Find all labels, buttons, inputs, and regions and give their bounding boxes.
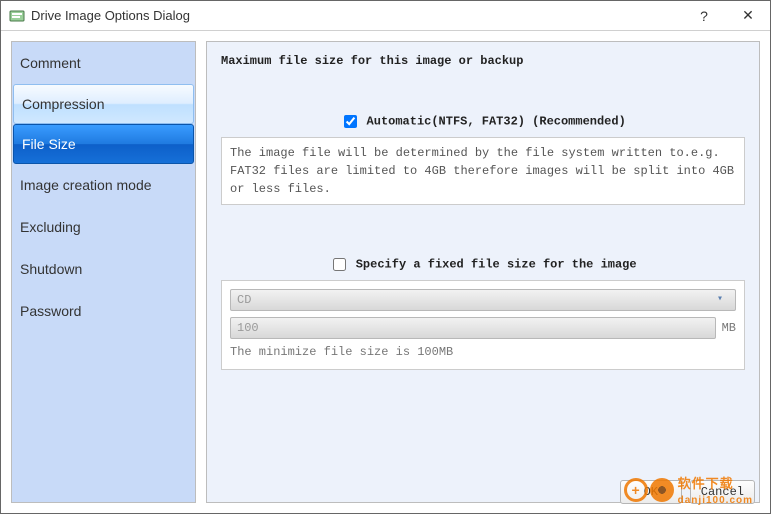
automatic-checkbox[interactable] xyxy=(344,115,357,128)
sidebar-item-compression[interactable]: Compression xyxy=(13,84,194,124)
sidebar-item-label: File Size xyxy=(22,136,76,152)
fixed-checkbox[interactable] xyxy=(333,258,346,271)
chevron-down-icon: ▾ xyxy=(717,293,731,307)
size-value: 100 xyxy=(237,321,259,335)
content-heading: Maximum file size for this image or back… xyxy=(221,54,745,68)
fixed-option-row: Specify a fixed file size for the image xyxy=(221,255,745,274)
content-panel: Maximum file size for this image or back… xyxy=(206,41,760,503)
size-unit: MB xyxy=(722,321,736,335)
ok-button[interactable]: OK xyxy=(620,480,682,504)
sidebar: Comment Compression File Size Image crea… xyxy=(11,41,196,503)
close-button[interactable]: ✕ xyxy=(726,1,770,31)
sidebar-item-label: Shutdown xyxy=(20,261,82,277)
window-title: Drive Image Options Dialog xyxy=(31,8,682,23)
cancel-button[interactable]: Cancel xyxy=(690,480,755,504)
sidebar-item-label: Password xyxy=(20,303,81,319)
fixed-label: Specify a fixed file size for the image xyxy=(356,258,637,272)
sidebar-item-label: Excluding xyxy=(20,219,81,235)
sidebar-item-file-size[interactable]: File Size xyxy=(13,124,194,164)
app-icon xyxy=(9,8,25,24)
sidebar-item-shutdown[interactable]: Shutdown xyxy=(12,248,195,290)
sidebar-item-label: Compression xyxy=(22,96,104,112)
footer-buttons: OK Cancel xyxy=(620,480,755,504)
media-select[interactable]: CD ▾ xyxy=(230,289,736,311)
size-note: The minimize file size is 100MB xyxy=(230,345,736,359)
size-input[interactable]: 100 xyxy=(230,317,716,339)
size-row: 100 MB xyxy=(230,317,736,339)
automatic-label: Automatic(NTFS, FAT32) (Recommended) xyxy=(367,115,626,129)
automatic-infobox: The image file will be determined by the… xyxy=(221,137,745,205)
sidebar-item-excluding[interactable]: Excluding xyxy=(12,206,195,248)
dialog-body: Comment Compression File Size Image crea… xyxy=(1,31,770,513)
automatic-option-row: Automatic(NTFS, FAT32) (Recommended) xyxy=(221,112,745,131)
fixed-formbox: CD ▾ 100 MB The minimize file size is 10… xyxy=(221,280,745,370)
media-value: CD xyxy=(237,293,251,307)
sidebar-item-image-creation-mode[interactable]: Image creation mode xyxy=(12,164,195,206)
sidebar-item-label: Comment xyxy=(20,55,81,71)
dialog-window: Drive Image Options Dialog ? ✕ Comment C… xyxy=(0,0,771,514)
sidebar-item-password[interactable]: Password xyxy=(12,290,195,332)
help-button[interactable]: ? xyxy=(682,1,726,31)
window-controls: ? ✕ xyxy=(682,1,770,31)
titlebar: Drive Image Options Dialog ? ✕ xyxy=(1,1,770,31)
sidebar-item-label: Image creation mode xyxy=(20,177,152,193)
sidebar-item-comment[interactable]: Comment xyxy=(12,42,195,84)
